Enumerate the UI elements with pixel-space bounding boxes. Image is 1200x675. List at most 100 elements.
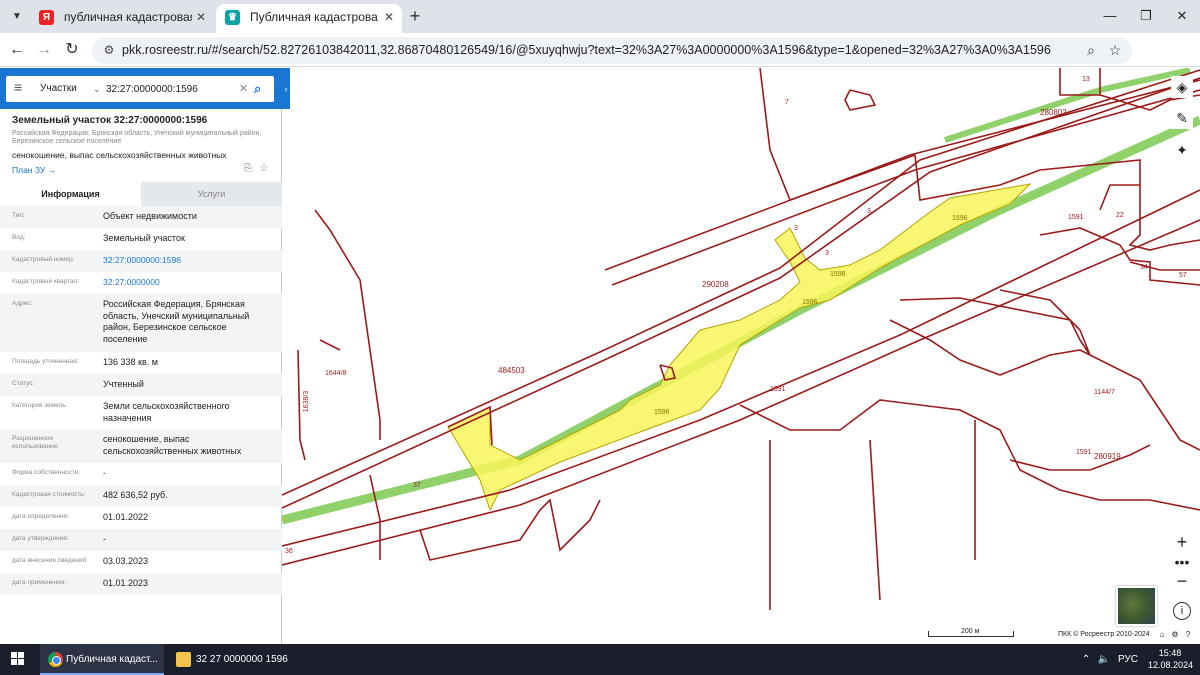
search-bar: ≡ Участки ⌄ ✕ ⌕ ‹ [0,68,290,109]
address-bar[interactable]: ⚙ pkk.rosreestr.ru/#/search/52.827261038… [92,37,1132,64]
url-text[interactable]: pkk.rosreestr.ru/#/search/52.82726103842… [122,37,1051,64]
favorite-star-icon[interactable]: ☆ [258,163,270,175]
map-label: 34 [1140,264,1148,271]
map-label: 1144/7 [1094,389,1115,396]
attribute-value: Объект недвижимости [103,211,197,221]
map-label: 7 [785,99,789,106]
back-arrow-icon[interactable]: ← [5,38,29,62]
attribute-key: Кадастровый номер: [12,256,75,263]
map-label: 1596 [830,271,846,278]
map-canvas[interactable] [282,68,1200,644]
map-label: 3 [867,208,871,215]
attribute-value: Учтенный [103,379,144,389]
restore-icon[interactable]: ❐ [1130,4,1162,28]
tab-title: публичная кадастровая карта [64,10,192,24]
clock[interactable]: 15:48 12.08.2024 [1148,647,1194,671]
settings-icon[interactable]: ⚙ [1170,630,1180,640]
forward-arrow-icon[interactable]: → [32,38,56,62]
browser-tab-2[interactable]: ♛ Публичная кадастровая карта ✕ [216,4,402,33]
bookmark-star-icon[interactable]: ☆ [1106,41,1124,59]
map-label: 1638/3 [303,390,311,413]
map-label: 36 [285,548,293,555]
attribute-row: Кадастровый номер: 32:27:0000000:1596 [0,250,282,272]
tab-info[interactable]: Информация [0,182,141,206]
speaker-icon[interactable]: 🔈 [1096,644,1112,675]
search-type-select[interactable]: Участки [40,76,77,102]
search-input[interactable] [106,79,236,99]
clock-date: 12.08.2024 [1148,660,1194,670]
attribute-row: Площадь уточненная: 136 338 кв. м [0,352,282,374]
tab-search-icon[interactable]: ▼ [6,6,28,28]
attribute-row: Адрес: Российская Федерация, Брянская об… [0,294,282,352]
attribute-key: Адрес: [12,300,33,307]
hamburger-menu-icon[interactable]: ≡ [14,79,22,95]
map-label: 280802 [1040,108,1067,117]
locate-crosshair-icon[interactable]: ✦ [1171,139,1193,161]
language-indicator[interactable]: РУС [1116,644,1140,675]
cadastral-quarter-link[interactable]: 32:27:0000000 [103,277,273,289]
attribute-key: Вид: [12,234,26,241]
attribute-key: дата утверждения: [12,535,69,542]
plan-link[interactable]: План ЗУ → [12,165,56,175]
map-label: 3 [825,250,829,257]
attribute-key: Площадь уточненная: [12,358,79,365]
zoom-out-button[interactable]: − [1171,570,1193,592]
attribute-key: дата определения: [12,513,69,520]
cadastral-number-link[interactable]: 32:27:0000000:1596 [103,255,273,267]
cadastral-map[interactable]: 7 13 280802 3 3 3 1596 1596 1596 1596 15… [282,68,1200,644]
chrome-icon [48,652,63,667]
windows-start-icon[interactable] [11,652,25,666]
attribute-key: Разрешенное использование: [12,435,60,450]
new-tab-button[interactable]: + [404,5,426,27]
rosreestr-icon: ♛ [225,10,240,25]
map-label: 1596 [802,299,818,306]
clear-search-icon[interactable]: ✕ [239,76,248,102]
map-label: 37 [413,482,421,489]
help-icon[interactable]: ? [1183,630,1193,640]
map-label: 13 [1082,76,1090,83]
layers-icon[interactable]: ◈ [1171,76,1193,98]
folder-icon [176,652,191,667]
browser-tab-1[interactable]: Я публичная кадастровая карта ✕ [30,4,214,33]
taskbar-chrome[interactable]: Публичная кадаст... [40,644,164,675]
attribute-row: Вид: Земельный участок [0,228,282,250]
tab-close-icon[interactable]: ✕ [196,4,206,30]
attribute-key: Категория земель: [12,402,68,409]
reload-icon[interactable]: ↻ [60,38,84,62]
minimize-icon[interactable]: — [1094,4,1126,28]
satellite-basemap-toggle[interactable] [1116,586,1157,626]
parcel-address: Российская Федерация, Брянская область, … [12,130,262,145]
attribute-key: Кадастровая стоимость: [12,491,86,498]
info-icon[interactable]: i [1173,602,1191,620]
attribute-row: Разрешенное использование: сенокошение, … [0,429,282,463]
attribute-value: - [103,534,106,544]
attribute-row: дата определения: 01.01.2022 [0,507,282,529]
map-label: 1596 [952,215,968,222]
parcel-title: Земельный участок 32:27:0000000:1596 [12,115,208,126]
windows-taskbar: Публичная кадаст... 32 27 0000000 1596 ⌃… [0,644,1200,675]
zoom-icon[interactable]: ⌕ [1082,41,1100,59]
attribute-row: Тип: Объект недвижимости [0,206,282,228]
collapse-panel-icon[interactable]: ‹ [282,80,290,98]
tab-close-icon[interactable]: ✕ [384,4,394,30]
search-box: ≡ Участки ⌄ ✕ ⌕ [6,76,274,102]
taskbar-folder[interactable]: 32 27 0000000 1596 [168,644,288,675]
map-label: 290208 [702,280,729,289]
measure-ruler-icon[interactable]: ✎ [1171,107,1193,129]
copy-link-icon[interactable]: ⎘ [242,163,254,175]
map-label: 1596 [654,409,670,416]
zoom-in-button[interactable]: + [1171,531,1193,553]
scale-label: 200 м [961,628,980,635]
close-window-icon[interactable]: ✕ [1166,4,1198,28]
tab-services[interactable]: Услуги [141,182,282,206]
attribute-key: Статус: [12,380,35,387]
search-icon[interactable]: ⌕ [254,76,261,102]
parcel-use: сенокошение, выпас сельскохозяйственных … [12,150,227,160]
attribute-key: дата внесения сведений: [12,557,88,564]
home-icon[interactable]: ⌂ [1157,630,1167,640]
attribute-row: дата утверждения: - [0,529,282,551]
site-settings-icon[interactable]: ⚙ [101,42,117,58]
chevron-down-icon[interactable]: ⌄ [93,76,101,102]
attribute-value: Российская Федерация, Брянская область, … [103,299,250,344]
show-hidden-icons-chevron-icon[interactable]: ⌃ [1078,644,1094,675]
